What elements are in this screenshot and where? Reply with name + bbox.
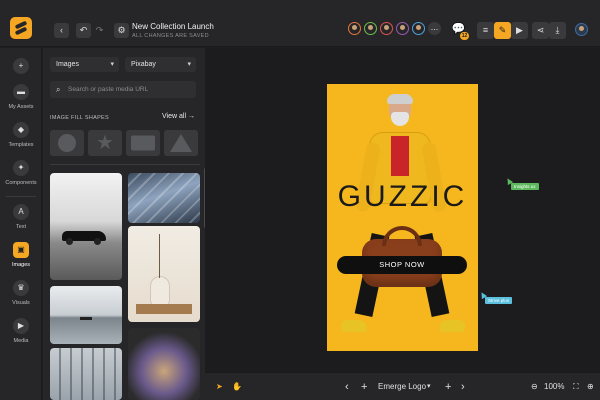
- shop-now-button[interactable]: SHOP NOW: [337, 256, 467, 274]
- account-avatar[interactable]: [575, 23, 588, 36]
- rail-item-media[interactable]: ▶ Media: [0, 318, 42, 344]
- section-title: IMAGE FILL SHAPES: [50, 115, 109, 121]
- droplet-icon: ◆: [13, 122, 29, 138]
- rail-label: Components: [5, 180, 37, 186]
- collaborator-cursor-label: Insights ux: [511, 183, 539, 190]
- rail-label: Images: [11, 262, 31, 268]
- more-collaborators-button[interactable]: ...: [428, 22, 441, 35]
- images-panel: Images ▾ Pixabay ▾ ⌕ Search or paste med…: [43, 48, 207, 400]
- image-thumbnail-bubble[interactable]: [128, 328, 200, 400]
- next-page-button[interactable]: ›: [461, 373, 465, 400]
- shape-triangle[interactable]: [164, 130, 198, 156]
- zoom-out-icon[interactable]: ⊖: [531, 373, 538, 400]
- folder-icon: ▬: [13, 84, 29, 100]
- chevron-down-icon: ▾: [187, 61, 191, 68]
- rail-label: Visuals: [12, 300, 30, 306]
- image-thumbnail-car[interactable]: [50, 173, 122, 280]
- asset-type-select[interactable]: Images ▾: [50, 57, 119, 72]
- shape-star[interactable]: ★: [88, 130, 122, 156]
- rail-item-components[interactable]: ✦ Components: [0, 160, 42, 186]
- preview-play-button[interactable]: ▶: [511, 22, 528, 39]
- save-status: ALL CHANGES ARE SAVED: [132, 33, 209, 39]
- chevron-down-icon: ▾: [110, 61, 114, 68]
- undo-button[interactable]: ↶: [76, 23, 91, 38]
- collaborator-avatar[interactable]: [396, 22, 409, 35]
- left-rail: + ▬ My Assets ◆ Templates ✦ Components A…: [0, 48, 42, 400]
- rail-item-my-assets[interactable]: ▬ My Assets: [0, 84, 42, 110]
- add-button[interactable]: +: [0, 58, 42, 74]
- plus-icon: +: [13, 58, 29, 74]
- components-icon: ✦: [13, 160, 29, 176]
- edit-mode-button[interactable]: ✎: [494, 22, 511, 39]
- collaborator-avatar[interactable]: [412, 22, 425, 35]
- text-icon: A: [13, 204, 29, 220]
- settings-button[interactable]: ⚙: [114, 23, 129, 38]
- rail-item-images[interactable]: ▣ Images: [0, 242, 42, 268]
- comments-count-badge: 12: [460, 32, 469, 40]
- rail-label: My Assets: [8, 104, 34, 110]
- panel-divider: [50, 164, 200, 165]
- zoom-level[interactable]: 100%: [544, 373, 564, 400]
- hand-tool-icon[interactable]: ✋: [232, 373, 242, 400]
- document-title[interactable]: New Collection Launch: [132, 22, 214, 31]
- collaborator-cursor-label: Strive plus: [485, 297, 513, 304]
- view-all-label: View all: [162, 113, 186, 120]
- rail-divider: [6, 196, 36, 197]
- play-icon: ▶: [13, 318, 29, 334]
- download-button[interactable]: ⤓: [549, 22, 566, 39]
- previous-page-button[interactable]: ‹: [345, 373, 349, 400]
- zoom-in-icon[interactable]: ⊕: [587, 373, 594, 400]
- app-logo[interactable]: [10, 17, 32, 39]
- image-source-value: Pixabay: [131, 61, 156, 68]
- page-menu-icon[interactable]: ▾: [427, 373, 431, 400]
- search-placeholder: Search or paste media URL: [68, 86, 149, 93]
- image-thumbnail-building[interactable]: [50, 348, 122, 400]
- grid-view-button[interactable]: ≡: [477, 22, 494, 39]
- bottom-bar: ➤ ✋ ‹ + Emerge Logo ▾ + › ⊖ 100% ⛶ ⊕: [205, 372, 600, 400]
- image-source-select[interactable]: Pixabay ▾: [125, 57, 196, 72]
- share-button[interactable]: ⋖: [532, 22, 549, 39]
- asset-type-value: Images: [56, 61, 79, 68]
- rail-item-text[interactable]: A Text: [0, 204, 42, 230]
- select-tool-icon[interactable]: ➤: [216, 373, 223, 400]
- rail-label: Templates: [8, 142, 34, 148]
- fit-screen-icon[interactable]: ⛶: [573, 373, 579, 400]
- rail-item-templates[interactable]: ◆ Templates: [0, 122, 42, 148]
- shape-circle[interactable]: [50, 130, 84, 156]
- image-thumbnail-architecture[interactable]: [128, 173, 200, 223]
- design-artboard[interactable]: GUZZIC SHOP NOW: [327, 84, 478, 351]
- image-icon: ▣: [13, 242, 29, 258]
- top-bar: ‹ ↶ ↷ ⚙ New Collection Launch ALL CHANGE…: [0, 0, 600, 47]
- image-thumbnail-vase[interactable]: [128, 226, 200, 322]
- rail-item-visuals[interactable]: ♛ Visuals: [0, 280, 42, 306]
- brand-headline[interactable]: GUZZIC: [327, 180, 478, 214]
- crown-icon: ♛: [13, 280, 29, 296]
- model-photo: [327, 84, 478, 351]
- add-page-button[interactable]: +: [361, 373, 367, 400]
- rail-label: Text: [15, 224, 27, 230]
- media-search-input[interactable]: ⌕ Search or paste media URL: [50, 81, 196, 98]
- page-name[interactable]: Emerge Logo: [378, 373, 426, 400]
- search-icon: ⌕: [56, 85, 61, 94]
- redo-button[interactable]: ↷: [92, 23, 107, 38]
- add-page-after-button[interactable]: +: [445, 373, 451, 400]
- rail-label: Media: [13, 338, 29, 344]
- back-button[interactable]: ‹: [54, 23, 69, 38]
- arrow-right-icon: →: [187, 113, 195, 120]
- collaborator-avatar[interactable]: [364, 22, 377, 35]
- collaborator-avatar[interactable]: [380, 22, 393, 35]
- view-all-link[interactable]: View all →: [162, 113, 195, 120]
- collaborator-avatar[interactable]: [348, 22, 361, 35]
- image-thumbnail-lake[interactable]: [50, 286, 122, 344]
- shape-rectangle[interactable]: [126, 130, 160, 156]
